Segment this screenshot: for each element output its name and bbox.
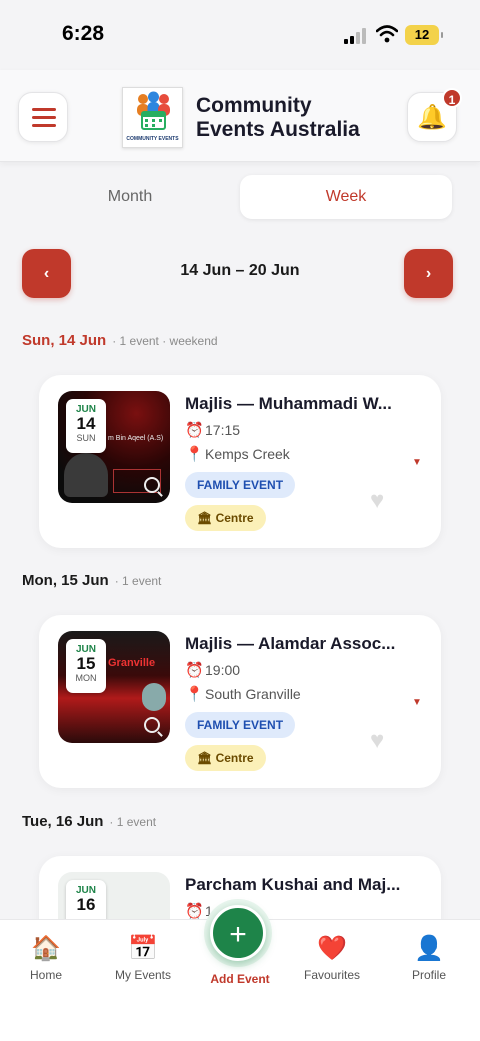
menu-button[interactable] (18, 92, 68, 142)
event-time-value: 17:15 (205, 422, 241, 438)
event-time-value: 19:00 (205, 662, 241, 678)
heart-icon: ❤️ (317, 935, 347, 962)
event-time: ⏰19:00 (185, 661, 240, 679)
centre-tag-label: Centre (215, 751, 254, 765)
alarm-clock-icon: ⏰ (185, 422, 204, 439)
location-pin-icon: 📍 (185, 686, 204, 703)
alarm-clock-icon: ⏰ (185, 662, 204, 679)
notification-badge: 1 (442, 88, 462, 108)
event-time: ⏰17:15 (185, 421, 240, 439)
tab-label: My Events (114, 968, 171, 982)
thumb-caption: Granville (108, 657, 156, 669)
signal-icon (344, 28, 368, 44)
day-label: Mon, 15 Jun (22, 572, 109, 589)
status-time: 6:28 (62, 22, 105, 45)
date-weekday: MON (75, 673, 97, 683)
event-location: 📍South Granville (185, 685, 301, 703)
event-location: 📍Kemps Creek (185, 445, 290, 463)
tab-label: Favourites (303, 968, 361, 982)
centre-tag-label: Centre (215, 511, 254, 525)
date-day: 15 (76, 654, 96, 673)
building-icon: 🏛 (197, 751, 216, 765)
tab-label: Profile (411, 968, 446, 982)
battery-icon: 12 (405, 25, 443, 45)
centre-tag: 🏛 Centre (185, 745, 266, 771)
day-label: Tue, 16 Jun (22, 813, 104, 830)
family-event-tag: FAMILY EVENT (185, 712, 296, 738)
family-event-tag: FAMILY EVENT (185, 472, 296, 498)
tab-month[interactable]: Month (20, 175, 240, 219)
alarm-clock-icon: ⏰ (185, 903, 204, 920)
app-title-line2: Events Australia (196, 118, 360, 141)
speaker-photo (64, 453, 108, 497)
wifi-icon (376, 25, 398, 43)
view-toggle: Month Week (20, 175, 460, 219)
day-meta: · 1 event (114, 574, 162, 588)
event-title: Parcham Kushai and Maj... (185, 875, 401, 894)
bell-icon: 🔔 (417, 104, 447, 131)
add-event-label[interactable]: Add Event (190, 972, 290, 986)
heart-icon[interactable]: ♥ (370, 727, 384, 755)
heart-icon[interactable]: ♥ (370, 487, 384, 515)
zoom-icon[interactable] (144, 477, 160, 493)
date-weekday: SUN (76, 433, 96, 443)
home-icon: 🏠 (31, 935, 61, 962)
date-day: 16 (76, 895, 96, 914)
profile-icon: 👤 (414, 935, 444, 962)
date-badge: JUN 15 MON (66, 639, 106, 693)
app-title-line1: Community (196, 94, 312, 117)
event-location-value: Kemps Creek (205, 446, 290, 462)
expand-caret-icon[interactable]: ▼ (412, 457, 422, 468)
day-meta: · 1 event · weekend (112, 334, 218, 348)
day-header: Tue, 16 Jun · 1 event (22, 813, 156, 830)
tab-my-events[interactable]: 📅 My Events (95, 934, 191, 982)
status-bar: 6:28 12 (0, 0, 480, 70)
day-label: Sun, 14 Jun (22, 332, 107, 349)
tab-home[interactable]: 🏠 Home (0, 934, 94, 982)
event-card[interactable]: Granville JUN 15 MON Majlis — Alamdar As… (39, 615, 441, 788)
event-thumbnail[interactable]: m Bin Aqeel (A.S) JUN 14 SUN (58, 391, 170, 503)
chevron-right-icon: › (425, 265, 432, 282)
calendar-icon: 📅 (128, 935, 158, 962)
app-header: COMMUNITY EVENTS Community Events Austra… (0, 70, 480, 162)
tab-week[interactable]: Week (240, 175, 452, 219)
thumb-caption: m Bin Aqeel (A.S) (108, 435, 164, 442)
event-thumbnail[interactable]: Granville JUN 15 MON (58, 631, 170, 743)
tab-profile[interactable]: 👤 Profile (381, 934, 477, 982)
location-pin-icon: 📍 (185, 446, 204, 463)
event-location-value: South Granville (205, 686, 301, 702)
app-logo: COMMUNITY EVENTS (122, 87, 183, 148)
plus-icon: + (229, 918, 247, 951)
day-meta: · 1 event (109, 815, 157, 829)
app-title: Community Events Australia (196, 94, 360, 142)
next-week-button[interactable]: › (404, 249, 453, 298)
day-header: Sun, 14 Jun · 1 event · weekend (22, 332, 218, 349)
centre-tag: 🏛 Centre (185, 505, 266, 531)
event-card[interactable]: m Bin Aqeel (A.S) JUN 14 SUN Majlis — Mu… (39, 375, 441, 548)
date-badge: JUN 14 SUN (66, 399, 106, 453)
building-icon: 🏛 (197, 511, 216, 525)
tab-label: Home (29, 968, 62, 982)
event-title: Majlis — Alamdar Assoc... (185, 634, 396, 653)
expand-caret-icon[interactable]: ▼ (412, 697, 422, 708)
tab-favourites[interactable]: ❤️ Favourites (284, 934, 380, 982)
zoom-icon[interactable] (144, 717, 160, 733)
date-day: 14 (76, 414, 96, 433)
day-header: Mon, 15 Jun · 1 event (22, 572, 161, 589)
logo-text: COMMUNITY EVENTS (126, 136, 179, 142)
speaker-photo (142, 683, 166, 711)
add-event-button[interactable]: + (210, 905, 266, 961)
event-title: Majlis — Muhammadi W... (185, 394, 392, 413)
